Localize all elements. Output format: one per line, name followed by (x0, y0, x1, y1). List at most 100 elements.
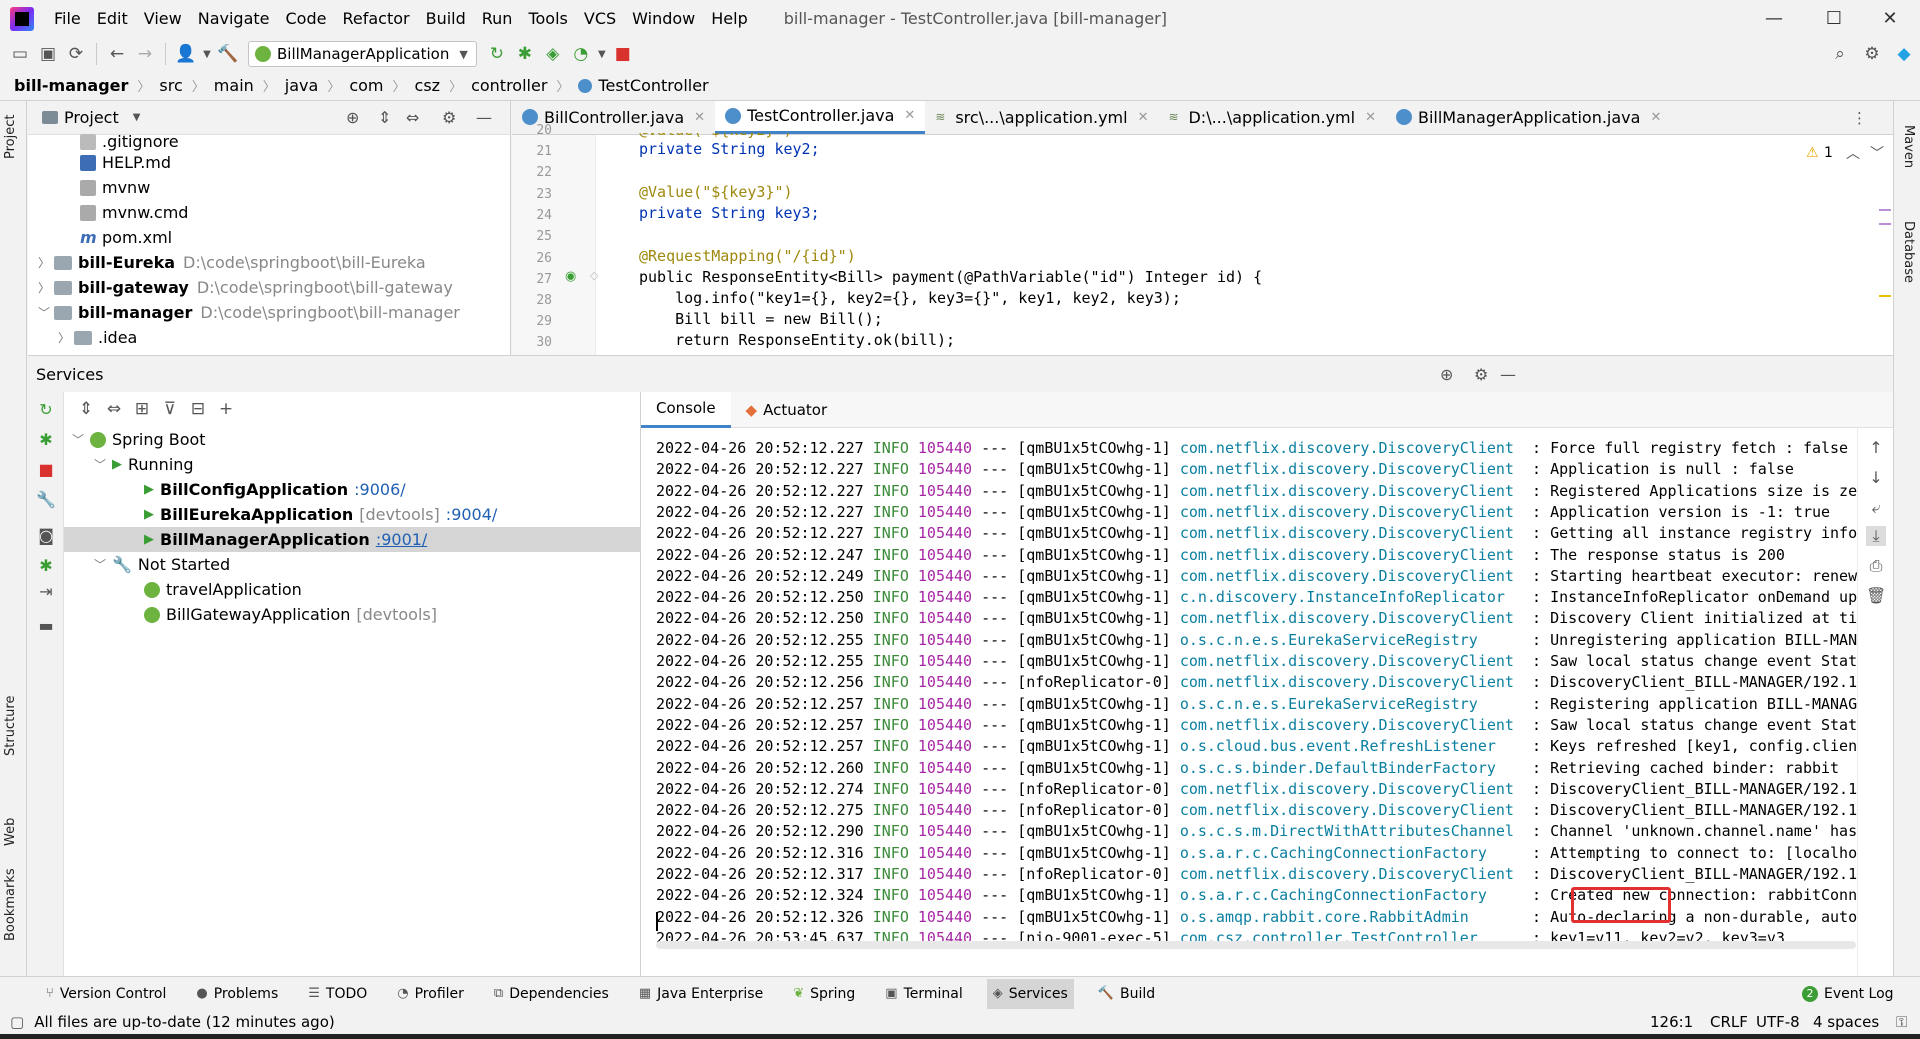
tool-tab-problems[interactable]: ● Problems (190, 979, 284, 1009)
more-tabs-icon[interactable]: ⋮ (1852, 109, 1867, 127)
hide-icon[interactable]: — (476, 108, 492, 127)
menu-run[interactable]: Run (474, 9, 521, 28)
warning-count[interactable]: 1 (1824, 145, 1833, 161)
database-tool-tab[interactable]: Database (1901, 221, 1916, 283)
tree-item-module[interactable]: 〉 bill-Eureka D:\code\springboot\bill-Eu… (38, 250, 426, 275)
code-line[interactable]: private String key2; (639, 140, 820, 158)
debug-bug-icon[interactable]: ✱ (36, 430, 56, 450)
log-line[interactable]: 2022-04-26 20:52:12.260 INFO 105440 --- … (656, 758, 1839, 779)
tree-item-module[interactable]: 〉 bill-gateway D:\code\springboot\bill-g… (38, 275, 453, 300)
status-message[interactable]: All files are up-to-date (12 minutes ago… (34, 1013, 335, 1031)
new-tab-icon[interactable]: ⊟ (184, 395, 212, 423)
chevron-down-icon[interactable]: ▼ (200, 40, 214, 68)
filter-icon[interactable]: ⊽ (156, 395, 184, 423)
code-line[interactable]: private String key3; (639, 204, 820, 222)
profile-icon[interactable]: ◔ (567, 40, 595, 68)
log-line[interactable]: 2022-04-26 20:52:12.256 INFO 105440 --- … (656, 672, 1866, 693)
chevron-right-icon[interactable]: 〉 (38, 254, 54, 271)
error-stripe-mark[interactable] (1879, 223, 1891, 225)
gear-icon[interactable]: ⚙ (442, 108, 456, 127)
breadcrumb-item[interactable]: com (349, 76, 383, 95)
file-encoding[interactable]: UTF-8 (1756, 1013, 1800, 1031)
chevron-right-icon[interactable]: 〉 (38, 279, 54, 296)
chevron-down-icon[interactable]: ﹀ (1870, 143, 1884, 163)
tab-application-yml-d[interactable]: ≋ D:\...\application.yml ✕ (1158, 101, 1386, 134)
service-item[interactable]: ▶ BillEurekaApplication [devtools] :9004… (144, 502, 497, 527)
menu-tools[interactable]: Tools (520, 9, 575, 28)
minimize-button[interactable]: — (1750, 0, 1798, 37)
close-window-button[interactable]: ✕ (1866, 0, 1914, 37)
log-line[interactable]: 2022-04-26 20:52:12.250 INFO 105440 --- … (656, 587, 1866, 608)
tree-group-spring-boot[interactable]: ﹀ Spring Boot (72, 427, 206, 452)
tab-console[interactable]: Console (641, 391, 731, 428)
breadcrumb-item[interactable]: controller (471, 76, 547, 95)
arrow-down-icon[interactable]: ↓ (1866, 468, 1886, 488)
web-tool-tab[interactable]: Web (3, 818, 18, 846)
menu-vcs[interactable]: VCS (576, 9, 624, 28)
project-tool-tab[interactable]: Project (3, 115, 18, 159)
menu-view[interactable]: View (136, 9, 190, 28)
maven-tool-tab[interactable]: Maven (1901, 125, 1916, 168)
hide-icon[interactable]: — (1500, 365, 1516, 384)
bookmarks-tool-tab[interactable]: Bookmarks (3, 868, 18, 941)
stop-icon[interactable]: ■ (36, 460, 56, 480)
code-line[interactable]: return ResponseEntity.ok(bill); (639, 331, 955, 349)
line-separator[interactable]: CRLF (1710, 1013, 1748, 1031)
exit-icon[interactable]: ⇥ (36, 582, 56, 602)
log-line[interactable]: 2022-04-26 20:52:12.257 INFO 105440 --- … (656, 736, 1866, 757)
breadcrumb-item[interactable]: java (285, 76, 319, 95)
run-configuration-select[interactable]: BillManagerApplication ▼ (248, 41, 477, 67)
log-line[interactable]: 2022-04-26 20:52:12.227 INFO 105440 --- … (656, 502, 1830, 523)
collapse-all-icon[interactable]: ⇔ (406, 108, 419, 127)
log-line[interactable]: 2022-04-26 20:52:12.255 INFO 105440 --- … (656, 651, 1866, 672)
tree-item[interactable]: mvnw (80, 175, 150, 200)
add-service-icon[interactable]: ⊕ (1440, 365, 1453, 384)
tree-item[interactable]: m pom.xml (80, 225, 172, 250)
code-line[interactable]: log.info("key1={}, key2={}, key3={}", ke… (639, 289, 1181, 307)
log-line[interactable]: 2022-04-26 20:52:12.249 INFO 105440 --- … (656, 566, 1857, 587)
print-icon[interactable]: ⎙ (1866, 556, 1886, 576)
structure-tool-tab[interactable]: Structure (3, 696, 18, 756)
tool-tab-services[interactable]: ◈ Services (986, 978, 1074, 1009)
tab-application-yml-src[interactable]: ≋ src\...\application.yml ✕ (925, 101, 1158, 134)
chevron-down-icon[interactable]: ▼ (133, 112, 141, 123)
tool-tab-terminal[interactable]: ▣ Terminal (879, 979, 968, 1009)
tool-tab-event-log[interactable]: 2 Event Log (1796, 979, 1900, 1009)
collapse-all-icon[interactable]: ⇔ (100, 395, 128, 423)
chevron-right-icon[interactable]: 〉 (58, 329, 74, 346)
code-line[interactable]: @RequestMapping("/{id}") (639, 247, 856, 265)
log-line[interactable]: 2022-04-26 20:52:12.255 INFO 105440 --- … (656, 630, 1866, 651)
log-line[interactable]: 2022-04-26 20:52:12.257 INFO 105440 --- … (656, 694, 1866, 715)
close-icon[interactable]: ✕ (694, 110, 705, 125)
log-line[interactable]: 2022-04-26 20:52:12.317 INFO 105440 --- … (656, 864, 1866, 885)
log-line[interactable]: 2022-04-26 20:52:12.227 INFO 105440 --- … (656, 438, 1848, 459)
breadcrumb-item[interactable]: main (214, 76, 254, 95)
tree-group-running[interactable]: ﹀ ▶ Running (94, 452, 194, 477)
warning-icon[interactable]: ⚠ (1806, 145, 1819, 161)
tree-group-not-started[interactable]: ﹀ 🔧 Not Started (94, 552, 230, 577)
tab-bill-manager-application[interactable]: BillManagerApplication.java ✕ (1386, 101, 1671, 134)
search-icon[interactable]: ⌕ (1826, 40, 1854, 68)
log-line[interactable]: 2022-04-26 20:52:12.247 INFO 105440 --- … (656, 545, 1785, 566)
code-line[interactable]: Bill bill = new Bill(); (639, 310, 883, 328)
chevron-down-icon[interactable]: ﹀ (38, 304, 54, 321)
chevron-down-icon[interactable]: ▼ (595, 40, 609, 68)
project-panel-title[interactable]: Project (64, 108, 119, 127)
service-item[interactable]: ▶ BillConfigApplication :9006/ (144, 477, 406, 502)
chevron-down-icon[interactable]: ﹀ (94, 556, 112, 573)
error-stripe-mark[interactable] (1879, 295, 1891, 297)
soft-wrap-icon[interactable]: ⤶ (1866, 498, 1886, 518)
chevron-down-icon[interactable]: ﹀ (94, 456, 112, 473)
chevron-up-icon[interactable]: ︿ (1846, 143, 1860, 163)
open-folder-icon[interactable]: ▭ (6, 40, 34, 68)
tool-tab-java-enterprise[interactable]: ▦ Java Enterprise (633, 979, 769, 1009)
toolbox-icon[interactable]: ◆ (1890, 40, 1918, 68)
back-arrow-icon[interactable]: ← (103, 40, 131, 68)
forward-arrow-icon[interactable]: → (131, 40, 159, 68)
stop-icon[interactable]: ■ (609, 40, 637, 68)
log-line[interactable]: 2022-04-26 20:52:12.275 INFO 105440 --- … (656, 800, 1866, 821)
indent-setting[interactable]: 4 spaces (1813, 1013, 1879, 1031)
breadcrumb-item[interactable]: bill-manager (14, 76, 128, 95)
log-line[interactable]: 2022-04-26 20:52:12.316 INFO 105440 --- … (656, 843, 1866, 864)
menu-file[interactable]: File (46, 9, 89, 28)
